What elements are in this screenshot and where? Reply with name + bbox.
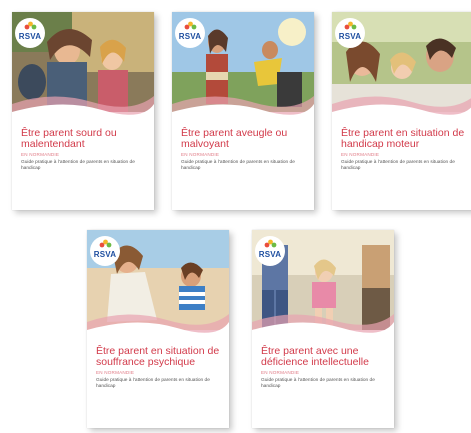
- rsva-logo: RSVA: [15, 18, 45, 48]
- cover-wave-decoration: [87, 314, 229, 344]
- logo-text: RSVA: [338, 32, 362, 41]
- rsva-logo: RSVA: [175, 18, 205, 48]
- guide-subtitle: Guide pratique à l’attention de parents …: [96, 378, 210, 389]
- guide-region: EN NORMANDIE: [21, 152, 60, 157]
- cover-wave-decoration: [332, 96, 471, 126]
- guide-subtitle: Guide pratique à l’attention de parents …: [341, 160, 455, 171]
- guide-title: Être parent en situation de souffrance p…: [96, 345, 220, 368]
- cover-wave-decoration: [172, 96, 314, 126]
- logo-text: RSVA: [93, 250, 117, 259]
- guide-subtitle: Guide pratique à l’attention de parents …: [21, 160, 135, 171]
- cover-wave-decoration: [12, 96, 154, 126]
- guide-subtitle: Guide pratique à l’attention de parents …: [261, 378, 375, 389]
- guide-title: Être parent sourd ou malentendant: [21, 127, 117, 150]
- rsva-logo: RSVA: [255, 236, 285, 266]
- guide-region: EN NORMANDIE: [261, 370, 300, 375]
- logo-text: RSVA: [258, 250, 282, 259]
- guide-region: EN NORMANDIE: [341, 152, 380, 157]
- logo-text: RSVA: [178, 32, 202, 41]
- guide-title: Être parent en situation de handicap mot…: [341, 127, 465, 150]
- guide-region: EN NORMANDIE: [96, 370, 135, 375]
- guide-subtitle: Guide pratique à l’attention de parents …: [181, 160, 295, 171]
- guide-cover-motor[interactable]: RSVA Être parent en situation de handica…: [332, 12, 471, 210]
- cover-wave-decoration: [252, 314, 394, 344]
- guide-region: EN NORMANDIE: [181, 152, 220, 157]
- guide-cover-intellectual[interactable]: RSVA Être parent avec une déficience int…: [252, 230, 394, 428]
- guide-cover-psychic[interactable]: RSVA Être parent en situation de souffra…: [87, 230, 229, 428]
- rsva-logo: RSVA: [90, 236, 120, 266]
- guide-title: Être parent avec une déficience intellec…: [261, 345, 369, 368]
- logo-text: RSVA: [18, 32, 42, 41]
- guide-cover-deaf[interactable]: RSVA Être parent sourd ou malentendant E…: [12, 12, 154, 210]
- guide-cover-blind[interactable]: RSVA Être parent aveugle ou malvoyant EN…: [172, 12, 314, 210]
- guide-title: Être parent aveugle ou malvoyant: [181, 127, 288, 150]
- rsva-logo: RSVA: [335, 18, 365, 48]
